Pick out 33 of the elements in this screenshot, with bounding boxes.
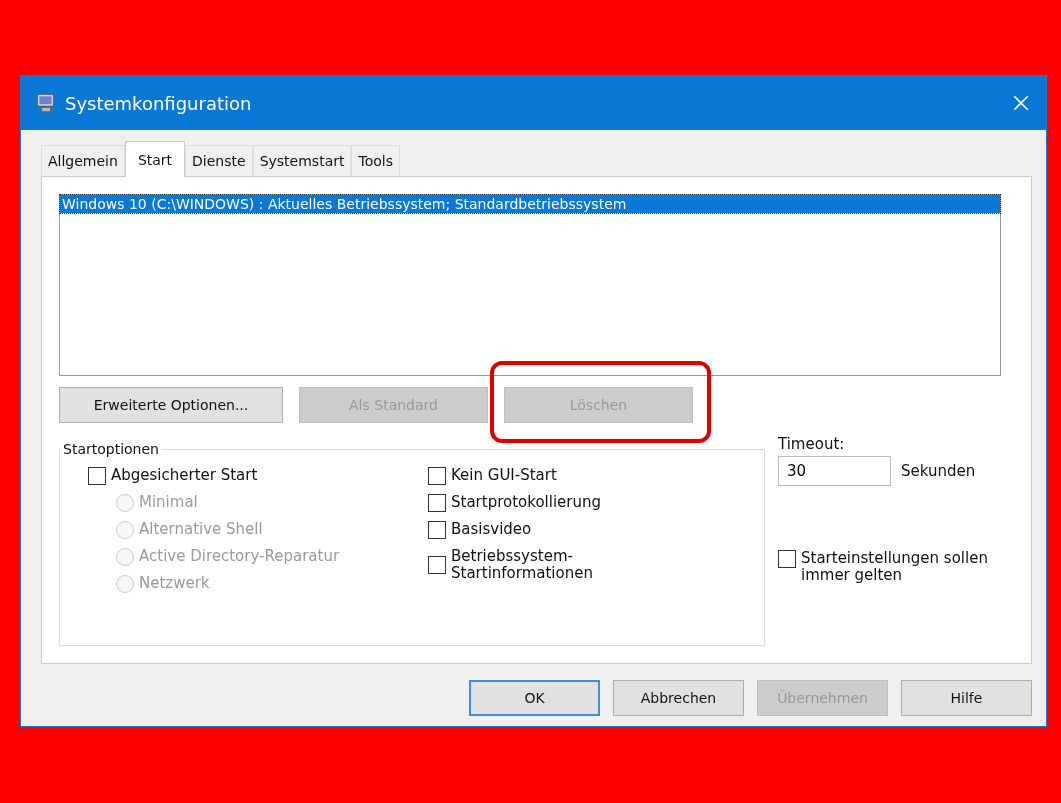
dialog-button[interactable]: OK	[469, 680, 600, 716]
list-item[interactable]: Windows 10 (C:\WINDOWS) : Aktuelles Betriebssystem; Standardbetriebssystem	[60, 195, 1000, 213]
option-label: Basisvideo	[451, 521, 532, 539]
group-title: Startoptionen	[62, 441, 160, 457]
checkbox[interactable]	[428, 556, 446, 575]
option-label: Startprotokollierung	[451, 494, 601, 512]
option-label: Alternative Shell	[139, 521, 263, 539]
close-icon[interactable]	[1012, 94, 1030, 112]
action-button[interactable]: Erweiterte Optionen...	[59, 387, 283, 423]
timeout-label: Timeout:	[778, 435, 846, 453]
option-label: Abgesicherter Start	[111, 467, 258, 485]
option-label: Active Directory-Reparatur	[139, 548, 340, 566]
tab[interactable]: Tools	[351, 145, 400, 176]
checkbox[interactable]	[88, 467, 106, 485]
checkbox[interactable]	[428, 467, 446, 485]
tab[interactable]: Systemstart	[252, 145, 352, 176]
unit-label: Sekunden	[901, 462, 976, 480]
tab[interactable]: Dienste	[185, 145, 253, 176]
dialog-button[interactable]: Hilfe	[901, 680, 1032, 716]
computer-icon	[35, 92, 57, 114]
option-label: Betriebssystem- Startinformationen	[451, 548, 593, 583]
checkbox[interactable]	[428, 494, 446, 512]
tab[interactable]: Allgemein	[41, 145, 125, 176]
option-label: Starteinstellungen sollen immer gelten	[801, 550, 988, 585]
window-title: Systemkonfiguration	[65, 92, 253, 114]
option-label: Minimal	[139, 494, 198, 512]
option-label: Netzwerk	[139, 575, 210, 593]
option-label: Kein GUI-Start	[451, 467, 557, 485]
timeout-field[interactable]: 30	[778, 456, 891, 486]
tab[interactable]: Start	[124, 141, 186, 177]
checkbox[interactable]	[428, 521, 446, 539]
dialog-button[interactable]: Abbrechen	[613, 680, 744, 716]
checkbox[interactable]	[778, 550, 796, 568]
